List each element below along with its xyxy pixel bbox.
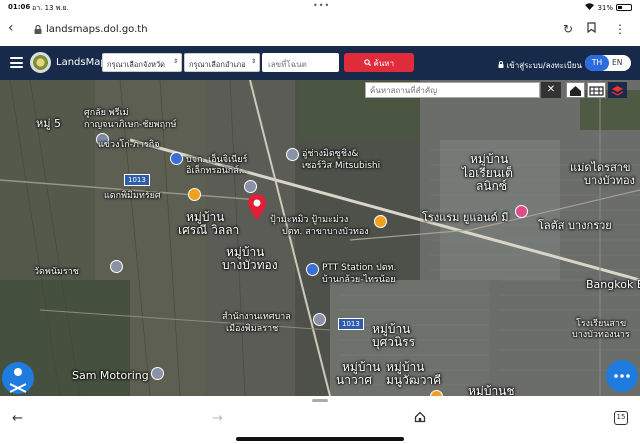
road-number-badge: 1013 [338, 318, 364, 330]
url-text: landsmaps.dol.go.th [46, 24, 148, 35]
login-link[interactable]: เข้าสู่ระบบ/ลงทะเบียน [498, 59, 582, 72]
map-label: แขวงโก่-ภารกิจ [98, 140, 160, 150]
map-label: มนูวัฒวาคี [386, 373, 442, 387]
map-label: บุศวนิรร [372, 335, 416, 349]
parcel-number-input[interactable] [262, 53, 339, 72]
province-select[interactable]: กรุณาเลือกจังหวัด ⇕ [102, 53, 182, 72]
place-search-input[interactable] [365, 82, 540, 98]
ellipsis-icon [614, 374, 630, 378]
lang-th-button[interactable]: TH [585, 55, 609, 71]
map-label: เศรณี วิลลา [178, 223, 240, 237]
dol-logo [30, 52, 51, 73]
map-label: เซอร์วิส Mitsubishi [302, 161, 381, 171]
app-header: LandsMaps กรุณาเลือกจังหวัด ⇕ กรุณาเลือก… [0, 46, 640, 80]
status-right: 31% [585, 3, 632, 12]
search-button[interactable]: ค้นหา [344, 53, 414, 72]
chevron-updown-icon: ⇕ [172, 58, 178, 65]
map-label: แดกพิมิมทรัยศ [104, 191, 161, 201]
map-label: บ้านกล้วย-ไทรน้อย [322, 275, 396, 285]
district-select[interactable]: กรุณาเลือกอำเภอ ⇕ [184, 53, 260, 72]
road-number-badge: 1013 [124, 174, 150, 186]
district-select-label: กรุณาเลือกอำเภอ [189, 60, 246, 69]
map-label: วัดพนัมราช [34, 267, 79, 277]
map-label: หมู่ 5 [36, 117, 61, 130]
poi-marker-icon[interactable] [306, 263, 319, 276]
toolbar-grabber[interactable] [312, 399, 328, 402]
layers-button[interactable] [608, 82, 627, 98]
search-button-label: ค้นหา [373, 59, 395, 68]
bookmark-icon[interactable] [587, 22, 596, 36]
map-label: บางบัวทอง [584, 174, 635, 187]
close-search-button[interactable]: ✕ [541, 82, 561, 98]
map-label: โรงแรม ยูแอนด์ มี [422, 211, 509, 224]
tools-button[interactable] [2, 362, 34, 394]
lock-icon [34, 25, 42, 34]
browser-url-bar: ‹ landsmaps.dol.go.th ↻ ⋮ [0, 14, 640, 46]
map-label: หมู่บ้านช [468, 384, 515, 396]
poi-marker-icon[interactable] [188, 188, 201, 201]
poi-marker-icon[interactable] [515, 205, 528, 218]
wifi-icon [585, 3, 595, 12]
map-label: เมืองพิมลราช [226, 324, 279, 334]
province-select-label: กรุณาเลือกจังหวัด [107, 60, 166, 69]
battery-icon [616, 4, 632, 11]
map-label: โลตัส บางกรวย [538, 219, 612, 232]
grid-icon [589, 86, 604, 96]
battery-percent: 31% [597, 3, 613, 12]
map-label: ลนิกซ์ [476, 179, 507, 193]
more-map-options-button[interactable] [606, 360, 638, 392]
lang-en-button[interactable]: EN [612, 58, 622, 67]
layers-icon [611, 86, 624, 96]
login-label: เข้าสู่ระบบ/ลงทะเบียน [506, 61, 582, 70]
map-label: กาญจนาภิเษก-ชัยพฤกษ์ [84, 120, 177, 130]
location-pin-icon[interactable] [248, 194, 266, 220]
back-arrow-icon[interactable]: ← [12, 411, 23, 426]
home-map-button[interactable] [566, 82, 585, 98]
lock-icon [498, 61, 507, 70]
forward-arrow-icon[interactable]: → [212, 411, 223, 426]
map-label: Sam Motoring [72, 369, 149, 382]
poi-marker-icon[interactable] [151, 367, 164, 380]
browser-back-icon[interactable]: ‹ [8, 20, 14, 36]
map-label: ปตท. สาขาบางบัวทอง [282, 227, 369, 237]
home-indicator [236, 437, 404, 441]
status-time: 01:06 [8, 3, 31, 11]
poi-marker-icon[interactable] [170, 152, 183, 165]
satellite-map[interactable]: ✕ 1013 1013 หมู่ 5 ศูกลัย พรีเม่ กาญจนาภ… [0, 80, 640, 396]
tools-icon [9, 368, 27, 393]
poi-marker-icon[interactable] [244, 180, 257, 193]
menu-icon[interactable] [10, 57, 23, 68]
reload-icon[interactable]: ↻ [563, 22, 573, 36]
poi-marker-icon[interactable] [286, 148, 299, 161]
map-label: บางบัวทอง [222, 258, 278, 272]
more-options-icon[interactable]: ⋮ [614, 22, 626, 36]
map-label: บางบัวทองนาร [572, 330, 630, 340]
language-toggle[interactable]: TH EN [585, 55, 631, 71]
status-bar: 01:06 อา. 13 พ.ย. ••• 31% [0, 0, 640, 14]
home-icon[interactable] [414, 411, 426, 427]
address-field[interactable]: landsmaps.dol.go.th [22, 19, 552, 41]
status-date: อา. 13 พ.ย. [32, 4, 69, 12]
poi-marker-icon[interactable] [313, 313, 326, 326]
map-label: อิเล็กทรอนิกส์... [186, 166, 248, 176]
map-label: นาวาศ [336, 373, 373, 387]
home-icon [570, 86, 581, 96]
map-label: Bangkok E [586, 278, 640, 291]
poi-marker-icon[interactable] [374, 215, 387, 228]
grid-map-button[interactable] [587, 82, 606, 98]
multitask-dots-icon[interactable]: ••• [313, 1, 330, 10]
chevron-updown-icon: ⇕ [250, 58, 256, 65]
poi-marker-icon[interactable] [110, 260, 123, 273]
tabs-button[interactable]: 15 [614, 411, 628, 425]
